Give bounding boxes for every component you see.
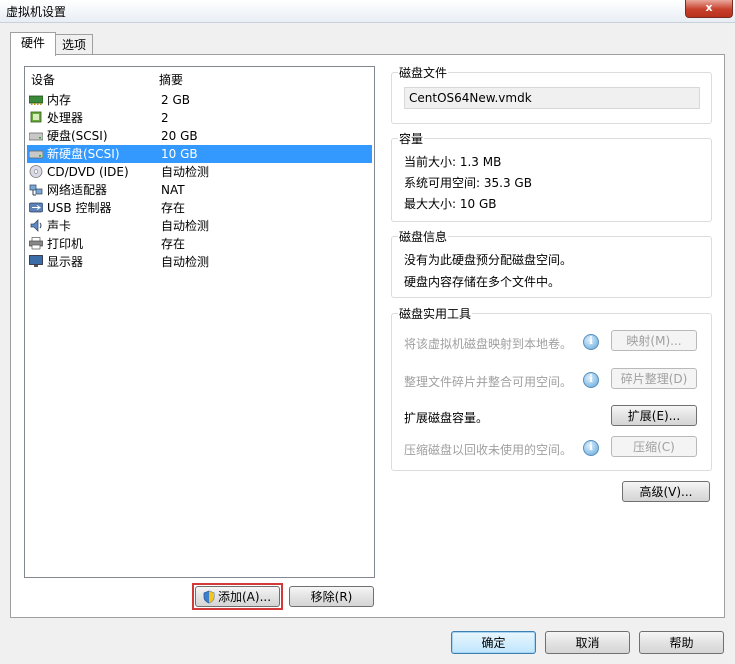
disk-info-line2: 硬盘内容存储在多个文件中。 [404,275,561,289]
info-icon: i [583,334,599,350]
device-summary: 存在 [161,237,186,251]
map-description: 将该虚拟机磁盘映射到本地卷。 [404,337,573,351]
capacity-title: 容量 [398,130,425,147]
column-summary[interactable]: 摘要 [159,71,183,88]
window-title: 虚拟机设置 [6,5,67,19]
column-device[interactable]: 设备 [31,71,55,88]
hard-disk-icon [29,132,43,141]
device-list-header: 设备 摘要 [25,67,374,89]
device-row[interactable]: USB 控制器 存在 [27,199,372,217]
disk-info-line1: 没有为此硬盘预分配磁盘空间。 [404,253,573,267]
printer-icon [29,237,43,250]
tab-hardware[interactable]: 硬件 [10,32,56,56]
cd-dvd-icon [29,165,43,178]
device-name: 打印机 [47,237,84,251]
device-list[interactable]: 设备 摘要 内存 2 GB 处理器 2 硬盘(SCSI) 20 GB 新硬盘(SCSI) 10… [24,66,375,578]
sound-card-icon [30,219,42,232]
advanced-button[interactable]: 高级(V)... [622,481,710,502]
device-name: CD/DVD (IDE) [47,165,129,179]
device-name: 新硬盘(SCSI) [47,147,120,161]
device-summary: 20 GB [161,129,198,143]
device-name: 硬盘(SCSI) [47,129,108,143]
defrag-description: 整理文件碎片并整合可用空间。 [404,375,573,389]
disk-file-group: 磁盘文件 CentOS64New.vmdk [391,64,712,124]
capacity-group: 容量 当前大小: 1.3 MB 系统可用空间: 35.3 GB 最大大小: 10… [391,130,712,222]
remove-button[interactable]: 移除(R) [289,586,374,607]
display-icon [29,255,43,267]
processor-icon [30,111,42,123]
device-row[interactable]: 硬盘(SCSI) 20 GB [27,127,372,145]
device-summary: 存在 [161,201,186,215]
disk-info-title: 磁盘信息 [398,228,449,245]
info-icon: i [583,440,599,456]
remove-button-label: 移除(R) [310,590,353,604]
device-row[interactable]: 新硬盘(SCSI) 10 GB [27,145,372,163]
title-bar: 虚拟机设置 x [0,0,735,23]
device-row[interactable]: 显示器 自动检测 [27,253,372,271]
device-row[interactable]: 网络适配器 NAT [27,181,372,199]
tab-hardware-label: 硬件 [20,36,45,50]
device-row[interactable]: CD/DVD (IDE) 自动检测 [27,163,372,181]
memory-icon [29,95,43,105]
tab-options[interactable]: 选项 [55,34,93,55]
add-button-label: 添加(A)... [218,590,272,604]
disk-info-group: 磁盘信息 没有为此硬盘预分配磁盘空间。 硬盘内容存储在多个文件中。 [391,228,712,298]
defrag-button[interactable]: 碎片整理(D) [611,368,697,389]
close-icon: x [705,1,713,14]
device-summary: 自动检测 [161,165,210,179]
compact-description: 压缩磁盘以回收未使用的空间。 [404,443,573,457]
disk-utilities-title: 磁盘实用工具 [398,305,473,322]
network-adapter-icon [29,184,43,196]
device-summary: 自动检测 [161,219,210,233]
device-name: 声卡 [47,219,72,233]
disk-file-title: 磁盘文件 [398,64,449,81]
info-icon: i [583,372,599,388]
device-row[interactable]: 声卡 自动检测 [27,217,372,235]
device-name: 处理器 [47,111,84,125]
tab-options-label: 选项 [61,38,86,52]
free-space: 系统可用空间: 35.3 GB [404,176,532,190]
expand-description: 扩展磁盘容量。 [404,411,489,425]
map-button[interactable]: 映射(M)... [611,330,697,351]
device-name: 显示器 [47,255,84,269]
compact-button[interactable]: 压缩(C) [611,436,697,457]
help-button[interactable]: 帮助 [639,631,724,654]
device-row[interactable]: 内存 2 GB [27,91,372,109]
shield-icon [203,590,215,604]
cancel-button[interactable]: 取消 [545,631,630,654]
ok-button[interactable]: 确定 [451,631,536,654]
hard-disk-icon [29,150,43,159]
device-summary: 自动检测 [161,255,210,269]
device-summary: 2 GB [161,93,190,107]
disk-utilities-group: 磁盘实用工具 将该虚拟机磁盘映射到本地卷。 i 映射(M)... 整理文件碎片并… [391,305,712,471]
device-name: USB 控制器 [47,201,112,215]
expand-button[interactable]: 扩展(E)... [611,405,697,426]
device-row[interactable]: 打印机 存在 [27,235,372,253]
current-size: 当前大小: 1.3 MB [404,155,502,169]
device-summary: 10 GB [161,147,198,161]
usb-icon [29,202,43,213]
close-button[interactable]: x [685,0,733,18]
device-summary: NAT [161,183,185,197]
device-name: 网络适配器 [47,183,108,197]
add-button[interactable]: 添加(A)... [195,586,280,607]
disk-file-field[interactable]: CentOS64New.vmdk [404,87,700,109]
device-row[interactable]: 处理器 2 [27,109,372,127]
device-summary: 2 [161,111,169,125]
device-name: 内存 [47,93,72,107]
max-size: 最大大小: 10 GB [404,197,497,211]
